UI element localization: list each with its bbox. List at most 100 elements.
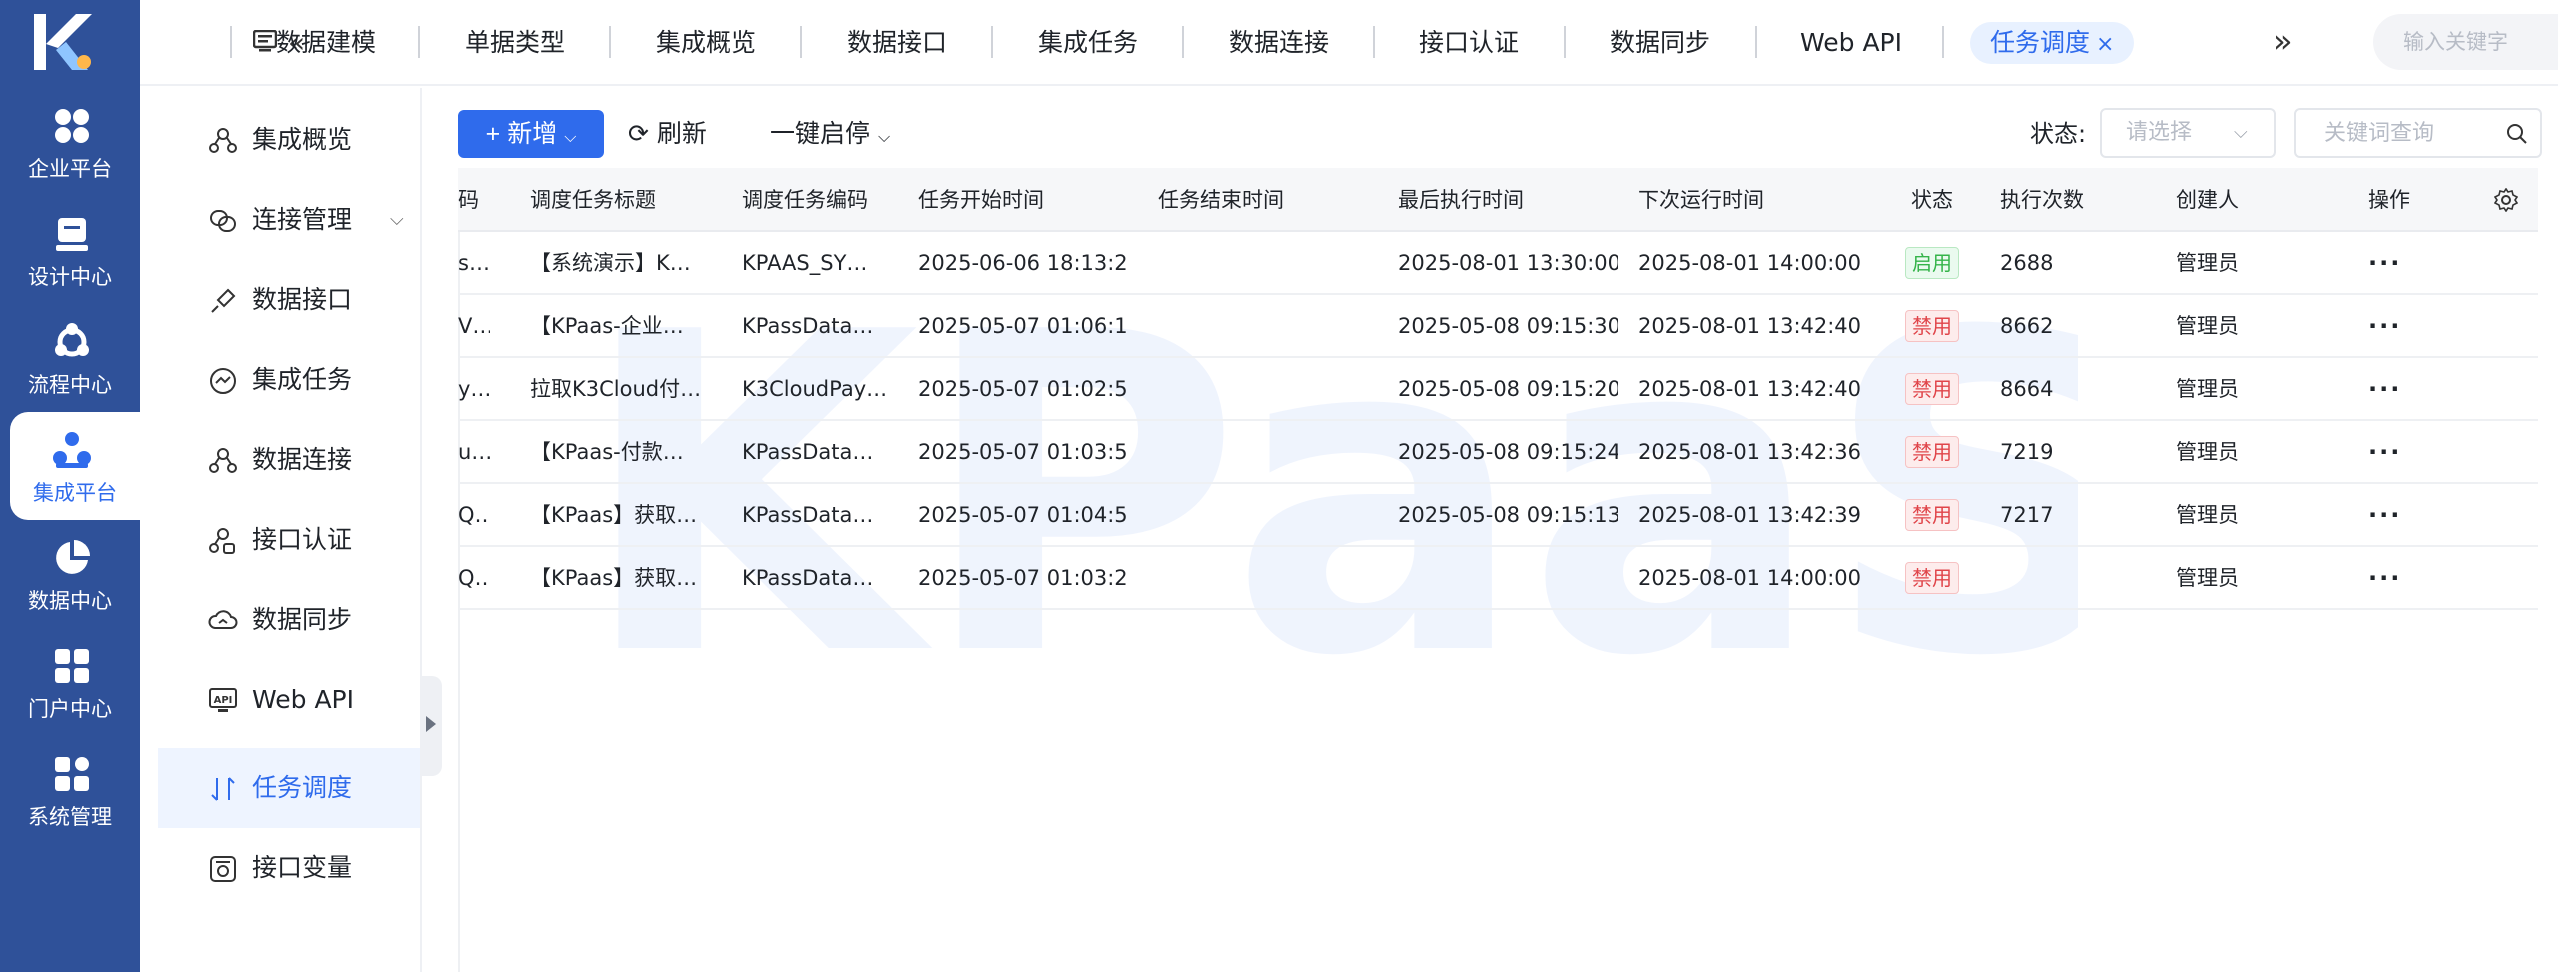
sidebar-collapse-toggle[interactable]	[420, 676, 442, 776]
column-header: 最后执行时间	[1398, 188, 1524, 212]
column-header: 执行次数	[2000, 188, 2084, 212]
row-actions-more-icon[interactable]: ···	[2368, 232, 2438, 294]
tab-data-interface[interactable]: 数据接口	[847, 22, 947, 64]
rail-item-design[interactable]: 设计中心	[0, 196, 140, 304]
tabs-next-button[interactable]: »	[2273, 22, 2293, 60]
tab-integration-overview[interactable]: 集成概览	[656, 22, 756, 64]
rail-item-integration[interactable]: 集成平台	[10, 412, 150, 520]
column-header: 下次运行时间	[1638, 188, 1764, 212]
status-badge: 禁用	[1905, 562, 1959, 594]
cell-code-prefix: s…	[458, 251, 490, 275]
cell-start-time: 2025-05-07 01:06:18	[918, 314, 1128, 338]
keyword-search-input[interactable]	[2324, 118, 2494, 148]
plus-icon: +	[485, 120, 501, 148]
subnav-item-data-connection[interactable]: 数据连接	[158, 420, 420, 500]
settings-icon	[55, 757, 89, 791]
cell-run-count: 7217	[2000, 503, 2054, 527]
grid-icon	[55, 109, 89, 143]
row-actions-more-icon[interactable]: ···	[2368, 484, 2438, 546]
row-actions-more-icon[interactable]: ···	[2368, 421, 2438, 483]
cell-last-run: 2025-05-08 09:15:24	[1398, 440, 1618, 464]
cell-end-time	[1158, 484, 1368, 546]
search-icon[interactable]	[2506, 123, 2528, 145]
subnav-label: 任务调度	[252, 773, 353, 802]
status-badge: 禁用	[1905, 436, 1959, 468]
column-settings-gear-icon[interactable]	[2494, 188, 2518, 212]
subnav-item-connection-mgmt[interactable]: 连接管理 ⌵	[158, 180, 420, 260]
global-search-input[interactable]	[2403, 26, 2558, 58]
close-icon[interactable]: ×	[2096, 32, 2114, 57]
subnav-item-interface-variable[interactable]: 接口变量	[158, 828, 420, 908]
status-filter-label: 状态:	[2030, 120, 2087, 148]
cell-start-time: 2025-05-07 01:03:23	[918, 566, 1128, 590]
tab-data-sync[interactable]: 数据同步	[1610, 22, 1710, 64]
tab-document-types[interactable]: 单据类型	[465, 22, 565, 64]
column-header: 码	[458, 188, 479, 212]
column-header: 任务结束时间	[1158, 188, 1284, 212]
rail-item-enterprise[interactable]: 企业平台	[0, 88, 140, 196]
status-select[interactable]: 请选择 ⌵	[2100, 108, 2276, 158]
tab-web-api[interactable]: Web API	[1800, 22, 1902, 64]
cell-end-time	[1158, 232, 1368, 294]
cell-run-count: 2688	[2000, 251, 2054, 275]
menu-grid-icon[interactable]	[253, 30, 277, 52]
cell-creator: 管理员	[2176, 251, 2239, 275]
chevron-down-icon: ⌵	[390, 209, 404, 230]
table-row[interactable]: Q… 【KPaas】获取… KPassData… 2025-05-07 01:0…	[458, 484, 2538, 547]
double-chevron-right-icon: »	[2273, 22, 2293, 60]
table-row[interactable]: s… 【系统演示】K… KPAAS_SY… 2025-06-06 18:13:2…	[458, 232, 2538, 295]
integration-icon	[53, 432, 91, 468]
cell-next-run: 2025-08-01 14:00:00	[1638, 566, 1862, 590]
subnav-item-integration-task[interactable]: 集成任务	[158, 340, 420, 420]
cell-start-time: 2025-05-07 01:02:51	[918, 377, 1128, 401]
rail-item-data[interactable]: 数据中心	[0, 520, 140, 628]
cell-code-prefix: V…	[458, 314, 490, 338]
table-row[interactable]: y… 拉取K3Cloud付… K3CloudPay… 2025-05-07 01…	[458, 358, 2538, 421]
tab-divider	[1942, 26, 1944, 58]
tab-divider	[1564, 26, 1566, 58]
subnav-item-interface-auth[interactable]: 接口认证	[158, 500, 420, 580]
rail-item-flow[interactable]: 流程中心	[0, 304, 140, 412]
refresh-button[interactable]: ⟳ 刷新	[628, 110, 707, 158]
cell-end-time	[1158, 421, 1368, 483]
rail-item-label: 流程中心	[28, 373, 112, 397]
cell-code-prefix: Q…	[458, 566, 490, 590]
task-icon	[210, 368, 236, 394]
subnav-item-task-scheduling[interactable]: 任务调度	[158, 748, 420, 828]
column-header: 调度任务编码	[742, 188, 868, 212]
auth-icon	[209, 528, 235, 554]
kpaas-logo-icon[interactable]	[32, 10, 106, 74]
row-actions-more-icon[interactable]: ···	[2368, 358, 2438, 420]
table-row[interactable]: Q… 【KPaas】获取… KPassData… 2025-05-07 01:0…	[458, 547, 2538, 610]
tab-divider	[991, 26, 993, 58]
new-button[interactable]: + 新增 ⌵	[458, 110, 604, 158]
table-row[interactable]: V… 【KPaas-企业… KPassData… 2025-05-07 01:0…	[458, 295, 2538, 358]
rail-item-system[interactable]: 系统管理	[0, 736, 140, 844]
cell-next-run: 2025-08-01 13:42:36	[1638, 440, 1862, 464]
table-row[interactable]: u… 【KPaas-付款… KPassData… 2025-05-07 01:0…	[458, 421, 2538, 484]
tab-label: 单据类型	[465, 28, 566, 57]
chevron-down-icon: ⌵	[877, 127, 891, 146]
subnav-item-overview[interactable]: 集成概览	[158, 100, 420, 180]
rail-item-portal[interactable]: 门户中心	[0, 628, 140, 736]
tab-divider	[230, 26, 232, 58]
tab-label: 集成概览	[656, 28, 757, 57]
tab-integration-task[interactable]: 集成任务	[1038, 22, 1138, 64]
tab-task-scheduling[interactable]: 任务调度 ×	[1970, 22, 2135, 64]
one-key-toggle-button[interactable]: 一键启停 ⌵	[770, 110, 890, 158]
tab-data-modeling[interactable]: 数据建模	[276, 22, 376, 64]
subnav-item-web-api[interactable]: API Web API	[158, 660, 420, 740]
new-button-label: 新增	[507, 120, 558, 148]
row-actions-more-icon[interactable]: ···	[2368, 547, 2438, 609]
tab-interface-auth[interactable]: 接口认证	[1419, 22, 1519, 64]
cell-run-count: 8662	[2000, 314, 2054, 338]
cell-title: 【KPaas】获取…	[530, 503, 698, 527]
row-actions-more-icon[interactable]: ···	[2368, 295, 2438, 357]
tab-label: 数据连接	[1229, 28, 1330, 57]
rail-item-label: 设计中心	[28, 265, 112, 289]
cell-last-run: 2025-05-08 09:15:20	[1398, 377, 1618, 401]
tab-data-connection[interactable]: 数据连接	[1229, 22, 1329, 64]
subnav-item-data-sync[interactable]: 数据同步	[158, 580, 420, 660]
subnav-item-data-interface[interactable]: 数据接口	[158, 260, 420, 340]
cell-creator: 管理员	[2176, 566, 2239, 590]
